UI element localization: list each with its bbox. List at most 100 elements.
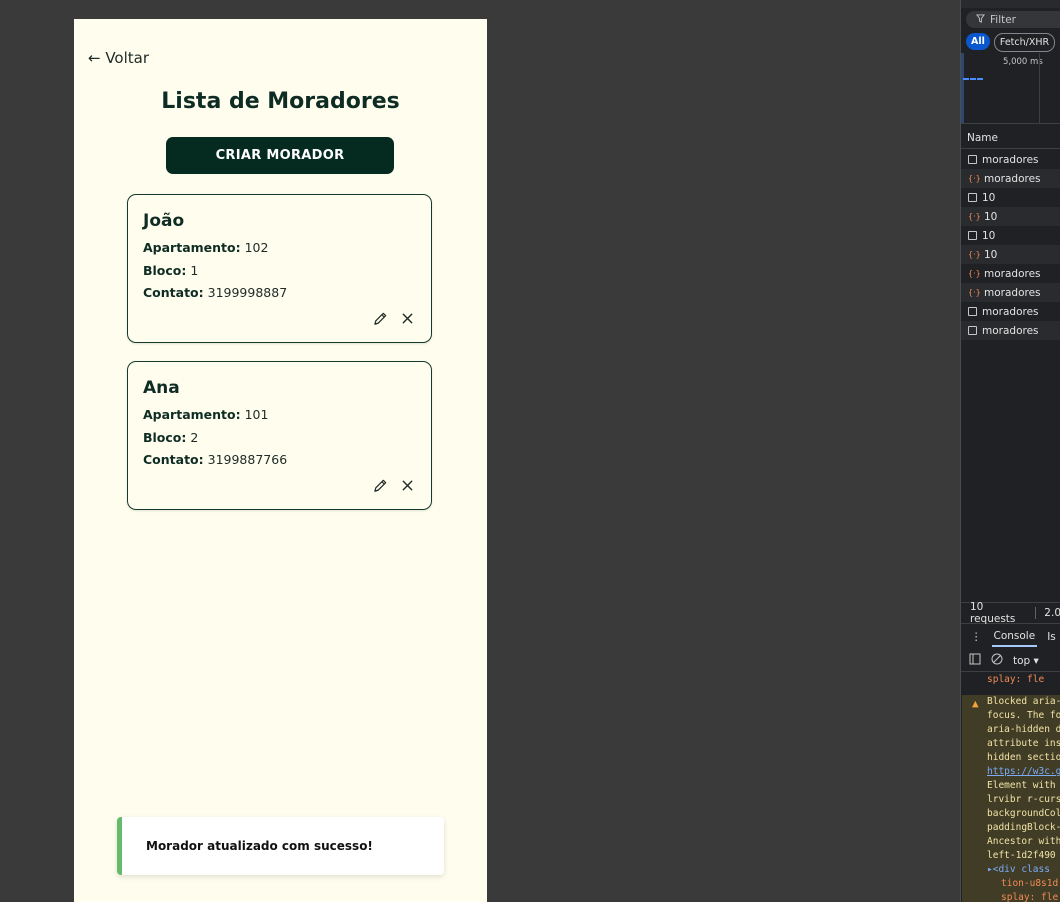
filter-all[interactable]: All <box>966 33 990 50</box>
timeline-gridline <box>1039 53 1040 123</box>
warning-line: lrvibr r-curs <box>987 794 1060 805</box>
warning-line: Ancestor with <box>987 836 1060 847</box>
request-row[interactable]: 10 <box>961 188 1060 207</box>
console-toolbar: top ▾ <box>961 650 1060 672</box>
filter-icon <box>976 13 985 26</box>
network-filter-input[interactable]: Filter <box>966 11 1060 28</box>
context-selector[interactable]: top ▾ <box>1013 655 1039 667</box>
contact-value: 3199998887 <box>207 285 288 300</box>
close-icon[interactable] <box>400 311 415 326</box>
json-file-icon: {·} <box>968 288 981 297</box>
column-header-name[interactable]: Name <box>961 127 1060 149</box>
request-name: 10 <box>982 191 996 204</box>
card-actions <box>373 478 415 493</box>
request-name: moradores <box>984 286 1041 299</box>
filter-placeholder: Filter <box>990 13 1017 26</box>
warning-line: splay: fle <box>1001 892 1059 902</box>
request-name: moradores <box>982 324 1039 337</box>
json-file-icon: {·} <box>968 174 981 183</box>
request-row[interactable]: moradores <box>961 302 1060 321</box>
network-status-bar: 10 requests 2.0 <box>961 601 1060 625</box>
warning-line: focus. The fo <box>987 710 1060 721</box>
resident-name: João <box>143 211 185 231</box>
close-icon[interactable] <box>400 478 415 493</box>
back-link[interactable]: ← Voltar <box>88 49 149 67</box>
devtools-toolbar <box>961 0 1060 8</box>
request-name: 10 <box>982 229 996 242</box>
document-icon <box>968 326 977 335</box>
warning-element-node[interactable]: ▸<div class <box>987 863 1060 877</box>
tab-console[interactable]: Console <box>991 627 1038 647</box>
resident-name: Ana <box>143 378 180 398</box>
warning-line: Blocked aria- <box>987 696 1060 707</box>
devtools-panel: Filter All Fetch/XHR 5,000 ms Name morad… <box>960 0 1060 902</box>
clear-console-icon[interactable] <box>991 653 1003 668</box>
timeline-label: 5,000 ms <box>1003 57 1043 67</box>
warning-line: left-1d2f490 <box>987 850 1056 861</box>
request-row[interactable]: {·} moradores <box>961 169 1060 188</box>
pencil-icon[interactable] <box>373 311 388 326</box>
apartment-value: 102 <box>244 240 269 255</box>
warning-line: attribute ins <box>987 738 1060 749</box>
timeline-selection <box>961 53 964 123</box>
block-value: 2 <box>190 429 199 445</box>
filter-fetch-xhr[interactable]: Fetch/XHR <box>993 33 1056 52</box>
apartment-label: Apartamento: <box>143 407 241 422</box>
request-name: 10 <box>984 248 998 261</box>
warning-line: backgroundCol <box>987 808 1060 819</box>
json-file-icon: {·} <box>968 269 981 278</box>
timeline-bar <box>963 78 983 80</box>
request-row[interactable]: {·} 10 <box>961 207 1060 226</box>
request-type-filters: All Fetch/XHR <box>966 33 1056 52</box>
document-icon <box>968 231 977 240</box>
tab-issues[interactable]: Is <box>1047 631 1056 643</box>
json-file-icon: {·} <box>968 250 981 259</box>
resident-apartment: Apartamento: 102 <box>143 237 416 260</box>
warning-icon: ▲ <box>972 697 979 710</box>
warning-line: aria-hidden d <box>987 724 1060 735</box>
request-name: 10 <box>984 210 998 223</box>
network-timeline[interactable]: 5,000 ms <box>961 53 1060 124</box>
card-actions <box>373 311 415 326</box>
request-row[interactable]: {·} moradores <box>961 283 1060 302</box>
warning-line: tion-u8s1d <box>1001 878 1059 889</box>
request-row[interactable]: {·} 10 <box>961 245 1060 264</box>
document-icon <box>968 193 977 202</box>
console-warning: ▲ Blocked aria- focus. The fo aria-hidde… <box>962 695 1060 902</box>
contact-label: Contato: <box>143 285 204 300</box>
apartment-value: 101 <box>244 407 269 422</box>
block-label: Bloco: <box>143 262 187 278</box>
create-resident-button[interactable]: CRIAR MORADOR <box>166 137 394 174</box>
request-row[interactable]: {·} moradores <box>961 264 1060 283</box>
resident-contact: Contato: 3199998887 <box>143 282 416 305</box>
request-name: moradores <box>982 305 1039 318</box>
menu-icon[interactable]: ⋮ <box>971 631 982 643</box>
block-value: 1 <box>190 262 199 278</box>
request-row[interactable]: 10 <box>961 226 1060 245</box>
request-count: 10 requests <box>970 601 1016 625</box>
pencil-icon[interactable] <box>373 478 388 493</box>
warning-link[interactable]: https://w3c.g <box>987 765 1060 779</box>
json-file-icon: {·} <box>968 212 981 221</box>
page-title: Lista de Moradores <box>161 89 400 114</box>
apartment-label: Apartamento: <box>143 240 241 255</box>
sidebar-toggle-icon[interactable] <box>969 653 981 668</box>
warning-line: Element with <box>987 780 1056 791</box>
toast-message: Morador atualizado com sucesso! <box>146 839 373 853</box>
request-row[interactable]: moradores <box>961 150 1060 169</box>
resident-apartment: Apartamento: 101 <box>143 404 416 427</box>
contact-label: Contato: <box>143 452 204 467</box>
document-icon <box>968 155 977 164</box>
warning-line: hidden sectio <box>987 752 1060 763</box>
request-row[interactable]: moradores <box>961 321 1060 340</box>
resident-block: Bloco: 1 <box>143 260 416 283</box>
console-prev-line: splay: fle <box>987 674 1045 685</box>
mobile-app-screen: ← Voltar Lista de Moradores CRIAR MORADO… <box>74 19 487 902</box>
success-toast[interactable]: Morador atualizado com sucesso! <box>117 817 444 875</box>
request-name: moradores <box>982 153 1039 166</box>
request-name: moradores <box>984 172 1041 185</box>
document-icon <box>968 307 977 316</box>
resident-card: Ana Apartamento: 101 Bloco: 2 Contato: 3… <box>127 361 432 510</box>
contact-value: 3199887766 <box>207 452 288 467</box>
block-label: Bloco: <box>143 429 187 445</box>
